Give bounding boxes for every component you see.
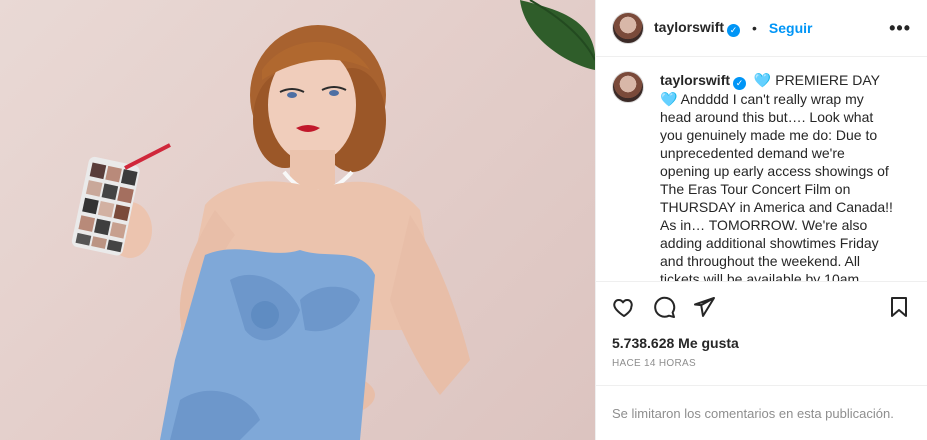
- more-options-icon[interactable]: •••: [889, 18, 911, 39]
- header-separator: •: [752, 20, 757, 37]
- post-timestamp: HACE 14 HORAS: [612, 358, 696, 370]
- paper-plane-icon[interactable]: [692, 295, 716, 319]
- follow-button[interactable]: Seguir: [769, 20, 813, 36]
- post-photo[interactable]: [0, 0, 595, 440]
- verified-badge-icon: ✓: [727, 24, 741, 38]
- verified-badge-icon: ✓: [733, 76, 747, 90]
- post-photo-illustration: [71, 0, 595, 440]
- instagram-post: taylorswift ✓ • Seguir ••• taylorswift ✓ 🩵…: [0, 0, 927, 440]
- comment-icon[interactable]: [652, 295, 676, 319]
- like-count[interactable]: 5.738.628 Me gusta: [596, 333, 927, 354]
- caption-body: Andddd I can't really wrap my head aroun…: [660, 90, 893, 282]
- caption-avatar[interactable]: [612, 71, 644, 104]
- bookmark-icon[interactable]: [887, 295, 911, 319]
- post-sidebar: taylorswift ✓ • Seguir ••• taylorswift ✓ 🩵…: [595, 0, 927, 440]
- caption-section: taylorswift ✓ 🩵 PREMIERE DAY 🩵 Andddd I c…: [596, 57, 927, 282]
- caption-username[interactable]: taylorswift ✓: [660, 72, 747, 90]
- username-link[interactable]: taylorswift ✓: [654, 19, 741, 38]
- post-header: taylorswift ✓ • Seguir •••: [596, 0, 927, 58]
- comments-limited-notice: Se limitaron los comentarios en esta pub…: [596, 385, 927, 440]
- caption: taylorswift ✓ 🩵 PREMIERE DAY 🩵 Andddd I c…: [660, 71, 896, 280]
- caption-username-text: taylorswift: [660, 72, 731, 89]
- heart-icon[interactable]: [612, 295, 636, 319]
- avatar[interactable]: [612, 12, 644, 45]
- username-text: taylorswift: [654, 19, 725, 36]
- action-bar: [596, 282, 927, 333]
